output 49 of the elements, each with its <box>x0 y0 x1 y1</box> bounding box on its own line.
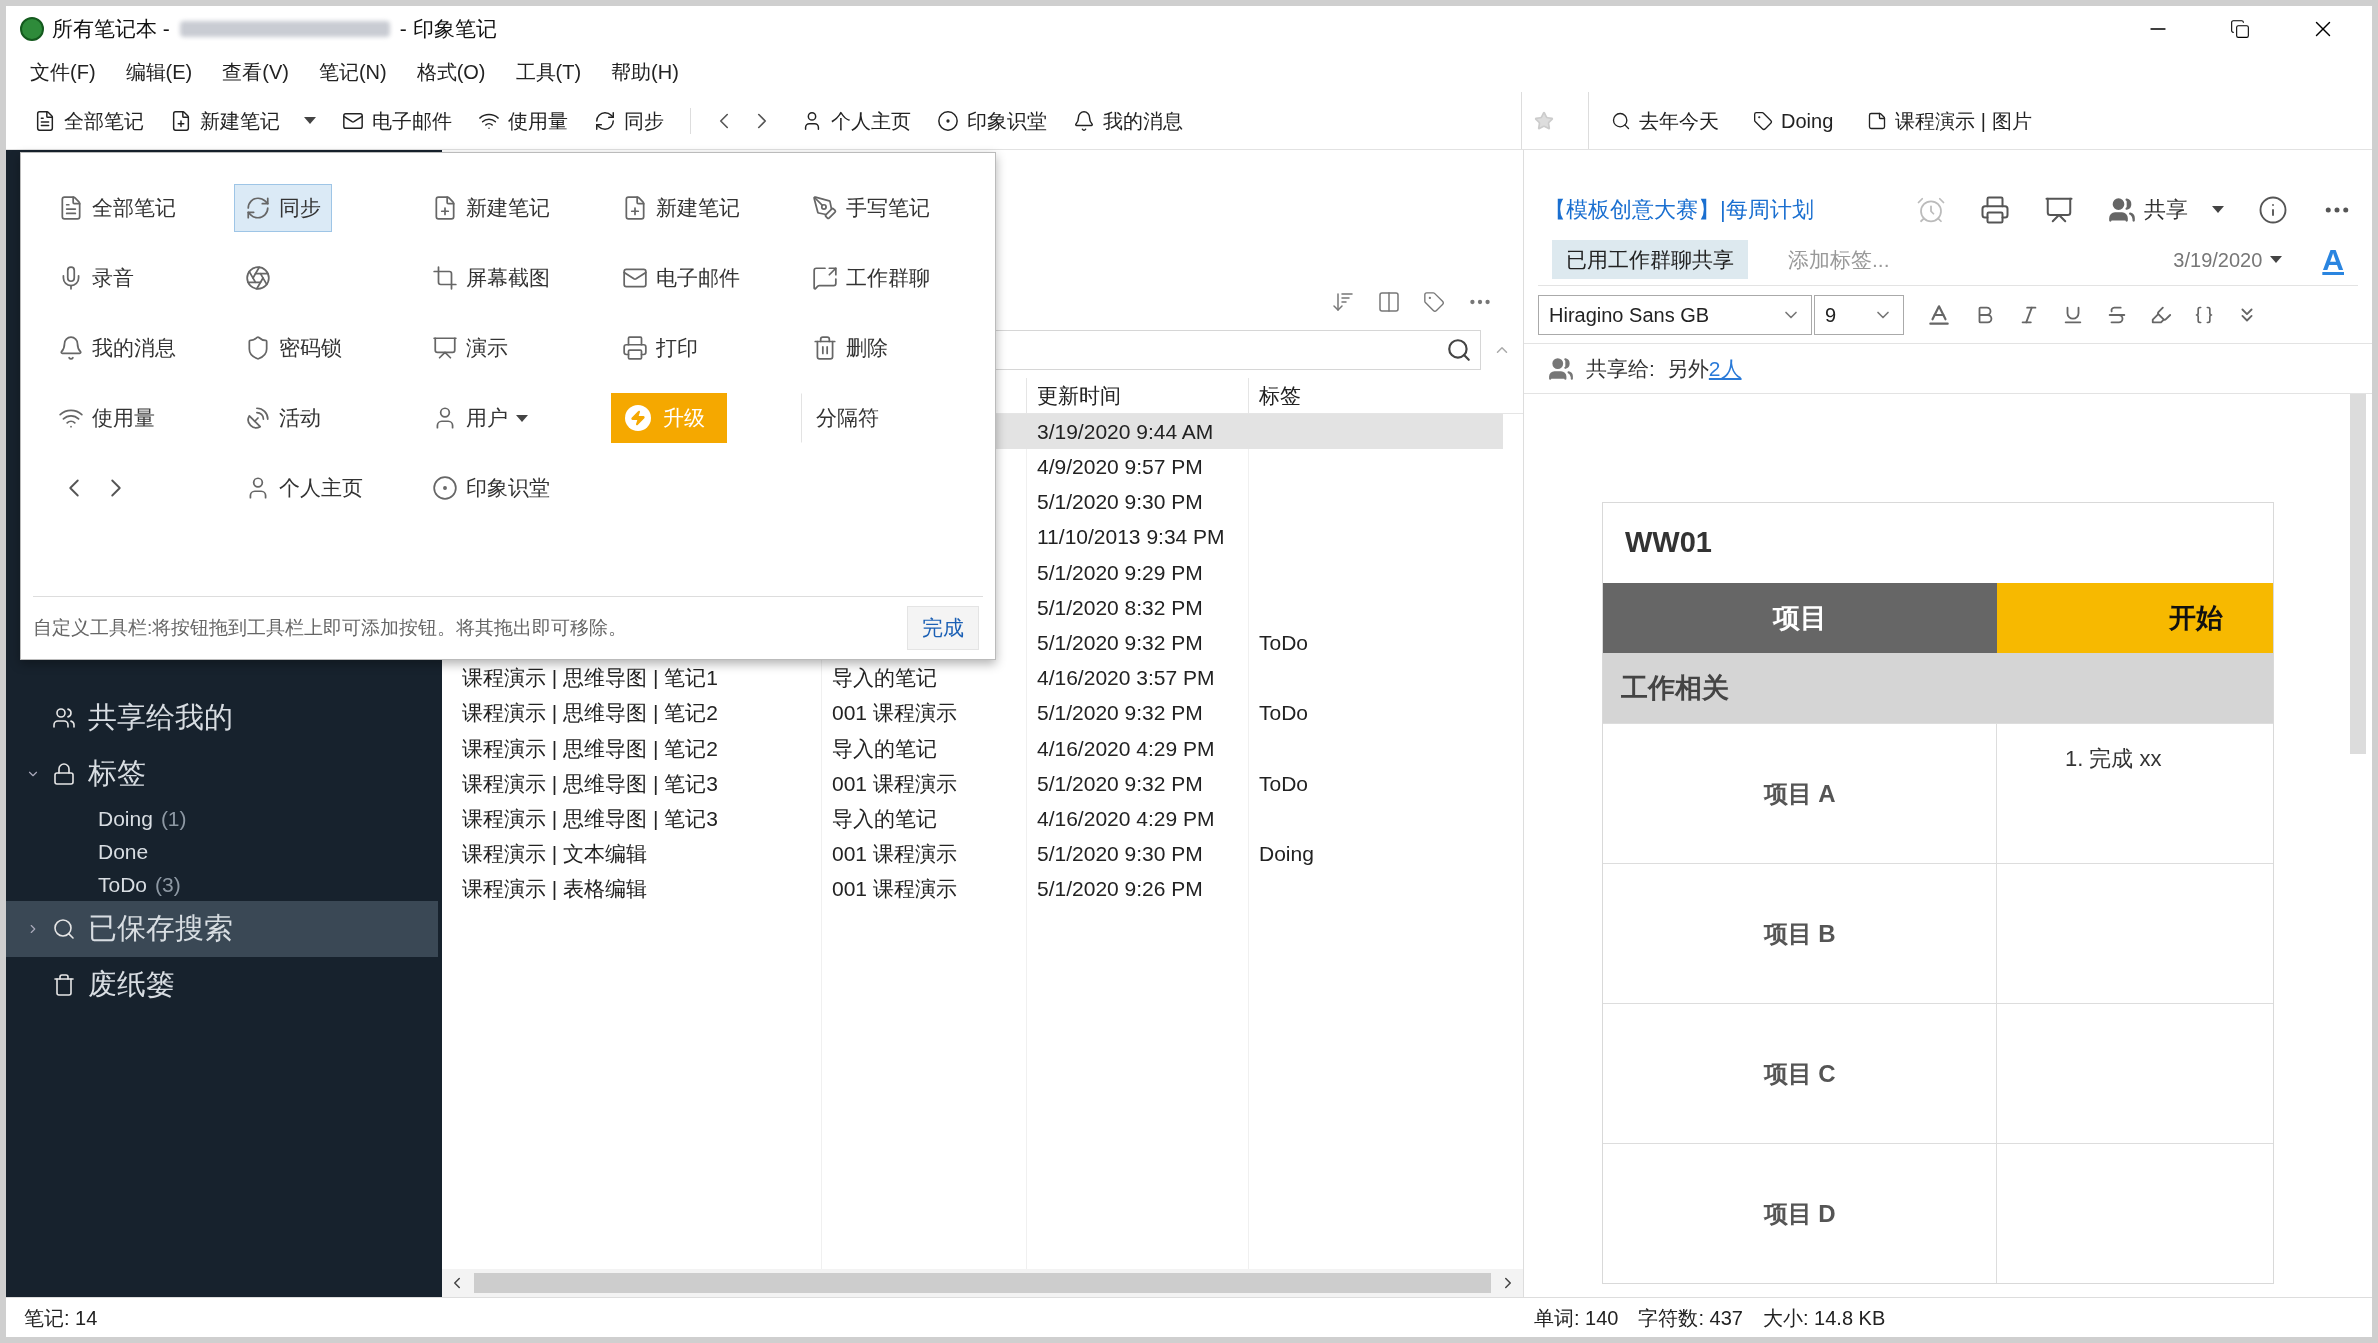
note-title: 课程演示 | 思维导图 | 笔记1 <box>462 665 718 692</box>
shared-with-text: 另外2人 <box>1666 355 1742 382</box>
note-title: 课程演示 | 思维导图 | 笔记3 <box>462 805 718 832</box>
updated-time: 5/1/2020 9:29 PM <box>1037 559 1203 586</box>
notebook-name: 001 课程演示 <box>832 700 957 727</box>
hint-text: 自定义工具栏:将按钮拖到工具栏上即可添加按钮。将其拖出即可移除。 <box>33 615 628 640</box>
table-cell: 项目 C <box>1603 1004 1997 1143</box>
updated-time: 5/1/2020 9:26 PM <box>1037 876 1203 903</box>
updated-time: 5/1/2020 9:32 PM <box>1037 629 1203 656</box>
notebook-name: 001 课程演示 <box>832 876 957 903</box>
table-heading: WW01 <box>1624 525 1713 561</box>
header-cell: 项目 <box>1603 583 1997 653</box>
updated-time: 5/1/2020 9:32 PM <box>1037 770 1203 797</box>
note-title: 课程演示 | 思维导图 | 笔记3 <box>462 770 718 797</box>
status-text: 大小: 14.8 KB <box>1762 1305 1886 1331</box>
window-title: - 印象笔记 <box>399 16 497 43</box>
status-text: 单词: 140 <box>1534 1305 1619 1331</box>
notebook-name: 001 课程演示 <box>832 770 957 797</box>
notebook-name: 导入的笔记 <box>832 665 937 692</box>
note-title: 课程演示 | 思维导图 | 笔记2 <box>462 735 718 762</box>
table-cell: 项目 A <box>1603 724 1997 863</box>
header-cell: 开始 <box>1997 583 2273 653</box>
status-text: 字符数: 437 <box>1638 1305 1743 1331</box>
note-tag: ToDo <box>1259 767 1309 800</box>
note-title: 课程演示 | 思维导图 | 笔记2 <box>462 700 718 727</box>
updated-time: 3/19/2020 9:44 AM <box>1037 418 1214 445</box>
notebook-name: 导入的笔记 <box>832 735 937 762</box>
updated-time: 4/16/2020 4:29 PM <box>1037 735 1215 762</box>
note-tag: ToDo <box>1259 697 1309 729</box>
updated-time: 5/1/2020 8:32 PM <box>1037 594 1203 621</box>
shared-with-label: 共享给: <box>1586 355 1655 382</box>
table-cell: 项目 B <box>1603 864 1997 1003</box>
notebook-name: 001 课程演示 <box>832 841 957 868</box>
updated-time: 5/1/2020 9:32 PM <box>1037 700 1203 727</box>
window-title: 所有笔记本 - <box>52 16 170 43</box>
note-tag: Doing <box>1259 838 1314 870</box>
section-row: 工作相关 <box>1603 653 2273 723</box>
updated-time: 11/10/2013 9:34 PM <box>1037 524 1225 551</box>
note-tag: ToDo <box>1259 626 1309 659</box>
note-title: 课程演示 | 文本编辑 <box>462 841 648 868</box>
note-title: 课程演示 | 表格编辑 <box>462 876 648 903</box>
table-cell: 1. 完成 xx <box>2065 746 2162 771</box>
note-count: 笔记: 14 <box>23 1305 99 1331</box>
updated-time: 4/16/2020 3:57 PM <box>1037 665 1215 692</box>
updated-time: 4/16/2020 4:29 PM <box>1037 805 1215 832</box>
table-cell: 项目 D <box>1603 1144 1997 1283</box>
updated-time: 5/1/2020 9:30 PM <box>1037 841 1203 868</box>
updated-time: 4/9/2020 9:57 PM <box>1037 454 1203 481</box>
notebook-name: 导入的笔记 <box>832 805 937 832</box>
